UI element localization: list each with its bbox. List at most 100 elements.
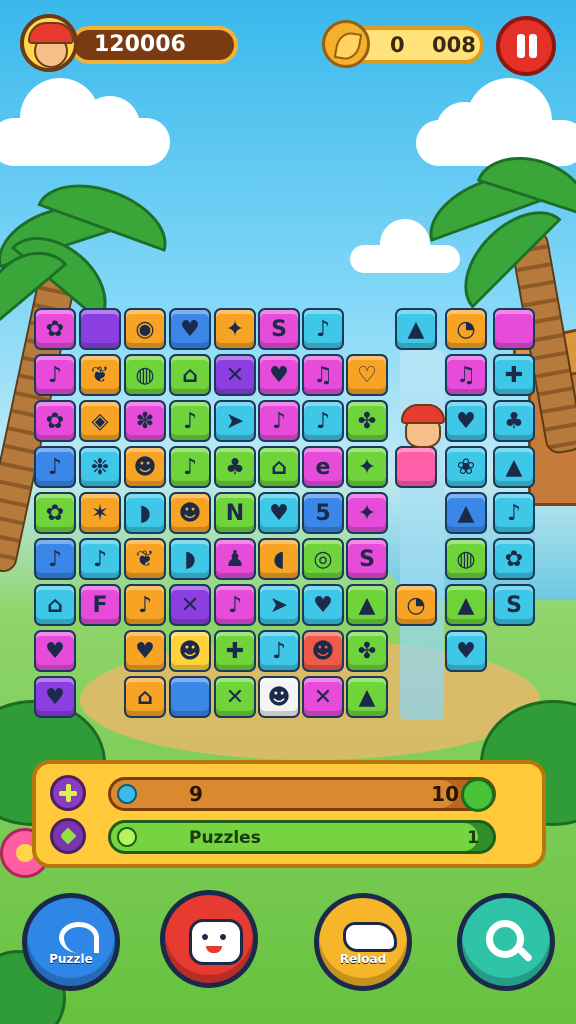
tile[interactable]: ✕: [214, 676, 256, 718]
tile[interactable]: ✽: [124, 400, 166, 442]
tile[interactable]: ♡: [346, 354, 388, 396]
tile[interactable]: ✦: [346, 446, 388, 488]
tile[interactable]: ✕: [169, 584, 211, 626]
tile[interactable]: 5: [302, 492, 344, 534]
tile[interactable]: ⌂: [258, 446, 300, 488]
tile[interactable]: ☻: [124, 446, 166, 488]
tile[interactable]: ✕: [214, 354, 256, 396]
tile[interactable]: ♪: [34, 538, 76, 580]
tile[interactable]: [169, 676, 211, 718]
tile[interactable]: ♪: [493, 492, 535, 534]
tile[interactable]: S: [258, 308, 300, 350]
pet-button[interactable]: [160, 890, 258, 988]
tile[interactable]: ⌂: [124, 676, 166, 718]
tile[interactable]: ▲: [445, 492, 487, 534]
tile[interactable]: ♥: [302, 584, 344, 626]
tile[interactable]: F: [79, 584, 121, 626]
tile[interactable]: ♪: [214, 584, 256, 626]
tile[interactable]: e: [302, 446, 344, 488]
tile[interactable]: ♥: [445, 630, 487, 672]
tile[interactable]: ◈: [79, 400, 121, 442]
tile[interactable]: ♥: [34, 630, 76, 672]
tile[interactable]: [79, 308, 121, 350]
add-button[interactable]: [50, 775, 86, 811]
hint-button[interactable]: [50, 818, 86, 854]
tile[interactable]: ♪: [34, 446, 76, 488]
tile[interactable]: ❀: [445, 446, 487, 488]
level-end-icon: [461, 778, 495, 812]
tile-symbol: ♪: [506, 500, 522, 526]
tile[interactable]: ♪: [302, 308, 344, 350]
tile[interactable]: ◗: [169, 538, 211, 580]
tile[interactable]: ◉: [124, 308, 166, 350]
tile[interactable]: ♥: [34, 676, 76, 718]
tile[interactable]: ✿: [34, 492, 76, 534]
tile[interactable]: ✤: [346, 400, 388, 442]
tile[interactable]: N: [214, 492, 256, 534]
tile[interactable]: ✦: [214, 308, 256, 350]
tile[interactable]: ❦: [79, 354, 121, 396]
tile[interactable]: ✿: [34, 400, 76, 442]
tile[interactable]: ▲: [395, 308, 437, 350]
tile[interactable]: ♣: [214, 446, 256, 488]
tile[interactable]: ⌂: [169, 354, 211, 396]
tile[interactable]: ♪: [79, 538, 121, 580]
tile[interactable]: ♥: [258, 354, 300, 396]
tile[interactable]: ◍: [445, 538, 487, 580]
tile[interactable]: ▲: [445, 584, 487, 626]
tile[interactable]: ♫: [302, 354, 344, 396]
tile[interactable]: ✚: [493, 354, 535, 396]
tile[interactable]: ♪: [124, 584, 166, 626]
tile[interactable]: ✚: [214, 630, 256, 672]
search-button[interactable]: [457, 893, 555, 991]
tile[interactable]: ❉: [79, 446, 121, 488]
tile[interactable]: ✿: [493, 538, 535, 580]
tile[interactable]: ♪: [169, 446, 211, 488]
tile[interactable]: ▲: [346, 584, 388, 626]
tile[interactable]: ✕: [302, 676, 344, 718]
tile[interactable]: ➤: [258, 584, 300, 626]
tile[interactable]: ◍: [124, 354, 166, 396]
tile[interactable]: ✤: [346, 630, 388, 672]
tile[interactable]: ▲: [346, 676, 388, 718]
tile-symbol: e: [315, 454, 331, 480]
tile[interactable]: [493, 308, 535, 350]
tile[interactable]: ◎: [302, 538, 344, 580]
tile[interactable]: ☻: [258, 676, 300, 718]
tile[interactable]: ▲: [493, 446, 535, 488]
tile[interactable]: ➤: [214, 400, 256, 442]
tile[interactable]: ♪: [258, 400, 300, 442]
tile[interactable]: ❦: [124, 538, 166, 580]
tile[interactable]: ♥: [445, 400, 487, 442]
tile[interactable]: ♥: [169, 308, 211, 350]
reload-button[interactable]: Reload: [314, 893, 412, 991]
tile[interactable]: ◔: [445, 308, 487, 350]
tile[interactable]: ♥: [124, 630, 166, 672]
tile[interactable]: ✦: [346, 492, 388, 534]
tile-symbol: ♪: [47, 454, 63, 480]
tile[interactable]: S: [493, 584, 535, 626]
puzzle-button[interactable]: Puzzle: [22, 893, 120, 991]
tile[interactable]: [395, 446, 437, 488]
tile[interactable]: ◗: [124, 492, 166, 534]
tile[interactable]: ♪: [169, 400, 211, 442]
tile[interactable]: ◖: [258, 538, 300, 580]
tile[interactable]: ⌂: [34, 584, 76, 626]
tile[interactable]: ☻: [302, 630, 344, 672]
tile[interactable]: ♟: [214, 538, 256, 580]
tile[interactable]: ♪: [302, 400, 344, 442]
tile[interactable]: ♪: [258, 630, 300, 672]
tile-symbol: ⌂: [47, 592, 63, 618]
tile-symbol: ◈: [91, 408, 109, 434]
tile[interactable]: ♥: [258, 492, 300, 534]
tile-symbol: ⌂: [182, 362, 198, 388]
tile[interactable]: S: [346, 538, 388, 580]
tile[interactable]: ♪: [34, 354, 76, 396]
tile[interactable]: ✿: [34, 308, 76, 350]
tile[interactable]: ◔: [395, 584, 437, 626]
tile[interactable]: ♫: [445, 354, 487, 396]
tile[interactable]: ☻: [169, 630, 211, 672]
tile[interactable]: ✶: [79, 492, 121, 534]
tile[interactable]: ☻: [169, 492, 211, 534]
tile[interactable]: ♣: [493, 400, 535, 442]
